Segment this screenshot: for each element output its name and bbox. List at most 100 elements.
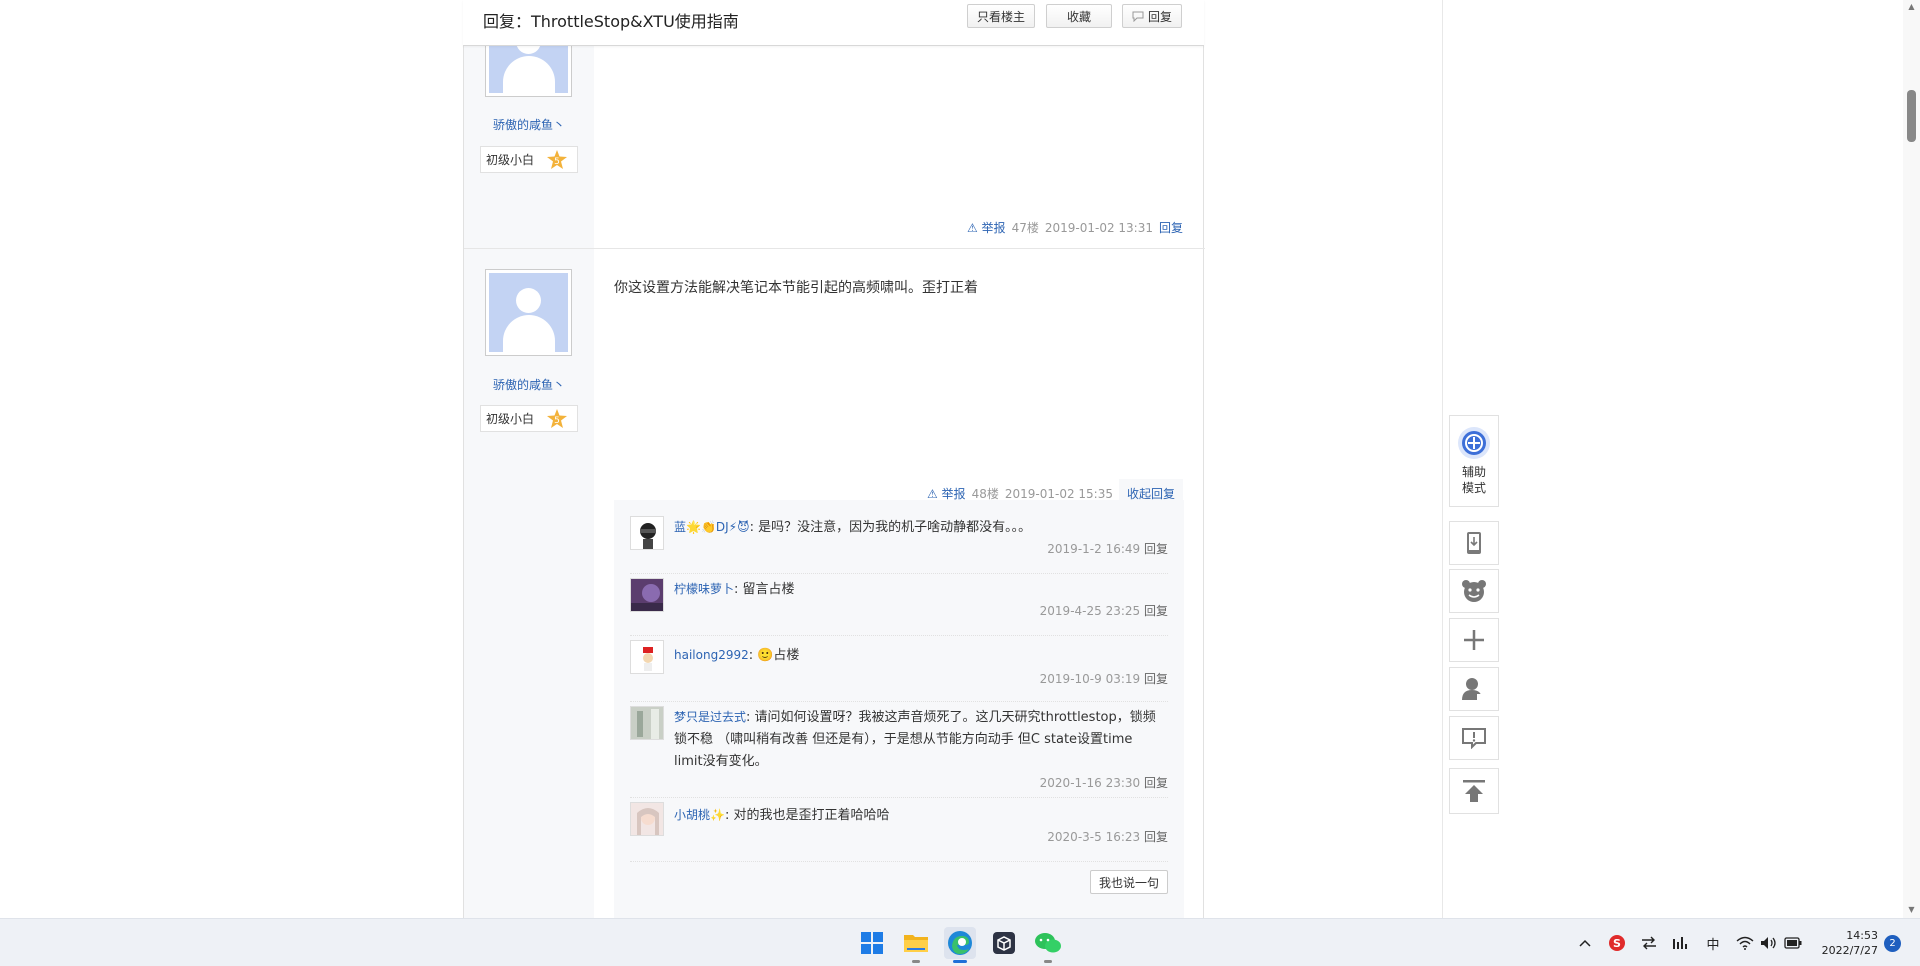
user-avatar[interactable] (485, 269, 572, 356)
reply-username[interactable]: 梦只是过去式 (674, 710, 746, 724)
thread-column: 骄傲的咸鱼丶 初级小白 5 ⚠ 举报 47楼 2019-01-02 13:31 … (463, 0, 1205, 918)
edge-icon[interactable] (944, 927, 976, 963)
reply-button-label: 回复 (1147, 9, 1172, 24)
avatar[interactable] (630, 516, 664, 550)
reply-text: : 对的我也是歪打正着哈哈哈 (724, 808, 890, 823)
report-link[interactable]: ⚠ 举报 (967, 219, 1006, 236)
post-48-content: 你这设置方法能解决笔记本节能引起的高频啸叫。歪打正着 (614, 280, 978, 296)
box-app-icon[interactable] (988, 927, 1020, 959)
running-indicator (912, 960, 920, 963)
scroll-thumb[interactable] (1907, 90, 1916, 142)
list-item: 柠檬味萝卜: 留言占楼 2019-4-25 23:25 回复 (630, 578, 1168, 636)
reply-text: : 请问如何设置呀？我被这声音烦死了。这几天研究throttlestop，锁频锁… (674, 710, 1156, 769)
reply-username[interactable]: 小胡桃✨ (674, 808, 725, 822)
battery-icon[interactable] (1783, 933, 1803, 953)
volume-icon[interactable] (1759, 933, 1779, 953)
level-title: 初级小白 (486, 412, 535, 426)
right-sidebar (1204, 0, 1443, 918)
svg-text:5: 5 (554, 416, 560, 426)
reply-meta: 2020-3-5 16:23 回复 (1047, 828, 1168, 845)
system-clock[interactable]: 14:53 2022/7/27 (1812, 928, 1878, 958)
post-time: 2019-01-02 15:35 (1004, 486, 1113, 501)
reply-text: : 留言占楼 (734, 582, 795, 597)
reply-time: 2019-4-25 23:25 (1039, 604, 1141, 618)
file-explorer-icon[interactable] (900, 927, 932, 963)
thread-title-bar: 回复：ThrottleStop&XTU使用指南 只看楼主 收藏 回复 (463, 0, 1204, 46)
reply-meta: 2020-1-16 23:30 回复 (1040, 774, 1168, 791)
reply-text: : 🙂占楼 (748, 648, 800, 663)
reply-link[interactable]: 回复 (1144, 776, 1168, 790)
level-badge[interactable]: 初级小白 5 (480, 146, 578, 173)
post-47-username[interactable]: 骄傲的咸鱼丶 (464, 116, 594, 133)
post-47-footer: ⚠ 举报 47楼 2019-01-02 13:31 回复 (967, 219, 1183, 236)
app-download-button[interactable] (1449, 521, 1499, 565)
windows-taskbar: S 中 14:53 2022/7/27 2 (0, 918, 1920, 966)
reply-username[interactable]: 蓝🌟👏DJ⚡😈 (674, 520, 750, 534)
reply-time: 2020-1-16 23:30 (1039, 776, 1141, 790)
list-item: 梦只是过去式: 请问如何设置呀？我被这声音烦死了。这几天研究throttlest… (630, 706, 1168, 798)
page-title: 回复：ThrottleStop&XTU使用指南 (483, 12, 739, 31)
avatar[interactable] (630, 640, 664, 674)
notification-badge[interactable]: 2 (1884, 935, 1901, 952)
avatar[interactable] (630, 578, 664, 612)
post-48-author: 骄傲的咸鱼丶 初级小白 5 (464, 249, 594, 918)
reply-link[interactable]: 回复 (1144, 830, 1168, 844)
clock-date: 2022/7/27 (1821, 944, 1878, 957)
report-feedback-button[interactable] (1449, 716, 1499, 760)
chevron-up-icon[interactable] (1575, 933, 1595, 953)
reply-meta: 2019-4-25 23:25 回复 (1040, 602, 1168, 619)
add-comment-button[interactable]: 我也说一句 (1090, 870, 1168, 894)
reply-button[interactable]: 回复 (1122, 4, 1182, 28)
reply-time: 2019-10-9 03:19 (1039, 672, 1141, 686)
level-title: 初级小白 (486, 153, 535, 167)
scroll-down-arrow[interactable]: ▼ (1907, 905, 1916, 914)
reply-link[interactable]: 回复 (1159, 219, 1183, 236)
comment-icon (1132, 11, 1144, 22)
wifi-icon[interactable] (1735, 933, 1755, 953)
post-48-username[interactable]: 骄傲的咸鱼丶 (464, 376, 594, 393)
reply-time: 2019-1-2 16:49 (1047, 542, 1141, 556)
reply-link[interactable]: 回复 (1144, 542, 1168, 556)
back-to-top-button[interactable] (1449, 768, 1499, 814)
wechat-icon[interactable] (1032, 927, 1064, 963)
list-item: 蓝🌟👏DJ⚡😈: 是吗？没注意，因为我的机子啥动静都没有。。。 2019-1-2… (630, 516, 1168, 574)
reply-link[interactable]: 回复 (1144, 672, 1168, 686)
alert-message-icon (1462, 728, 1486, 749)
assist-label-1: 辅助 (1461, 465, 1486, 479)
emoji-button[interactable] (1449, 569, 1499, 613)
bear-face-icon (1462, 580, 1486, 602)
star-level-icon: 5 (547, 150, 567, 169)
only-op-button[interactable]: 只看楼主 (967, 4, 1035, 28)
phone-download-icon (1467, 532, 1481, 554)
assist-label-2: 模式 (1461, 481, 1486, 495)
floor-number: 47楼 (1011, 221, 1039, 235)
reply-link[interactable]: 回复 (1144, 604, 1168, 618)
favorite-button[interactable]: 收藏 (1046, 4, 1112, 28)
post-time: 2019-01-02 13:31 (1044, 220, 1153, 235)
reply-username[interactable]: hailong2992 (674, 648, 749, 662)
reply-meta: 2019-10-9 03:19 回复 (1040, 670, 1168, 687)
scroll-up-arrow[interactable]: ▲ (1907, 2, 1916, 11)
avatar[interactable] (630, 706, 664, 740)
page-scrollbar[interactable]: ▲ ▼ (1903, 0, 1920, 918)
list-item: hailong2992: 🙂占楼 2019-10-9 03:19 回复 (630, 640, 1168, 702)
accessibility-icon (1458, 427, 1490, 459)
level-badge[interactable]: 初级小白 5 (480, 405, 578, 432)
sync-icon[interactable] (1639, 933, 1659, 953)
sogou-ime-icon[interactable]: S (1607, 933, 1627, 953)
performance-icon[interactable] (1671, 933, 1691, 953)
start-icon[interactable] (856, 927, 888, 959)
assist-mode-button[interactable]: 辅助 模式 (1449, 415, 1499, 507)
add-button[interactable] (1449, 618, 1499, 662)
avatar[interactable] (630, 802, 664, 836)
running-indicator (1044, 960, 1052, 963)
reply-text: : 是吗？没注意，因为我的机子啥动静都没有。。。 (749, 520, 1032, 535)
arrow-up-top-icon (1463, 780, 1485, 802)
plus-icon (1464, 630, 1484, 650)
reply-username[interactable]: 柠檬味萝卜 (674, 582, 734, 596)
reply-meta: 2019-1-2 16:49 回复 (1047, 540, 1168, 557)
clock-time: 14:53 (1846, 929, 1878, 942)
user-feedback-button[interactable]: ​ (1449, 667, 1499, 711)
star-level-icon: 5 (547, 409, 567, 428)
ime-mode-indicator[interactable]: 中 (1703, 933, 1723, 953)
